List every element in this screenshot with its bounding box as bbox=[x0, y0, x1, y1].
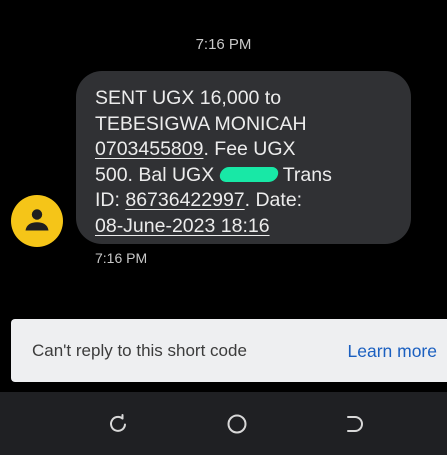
message-text: . Date: bbox=[244, 189, 303, 212]
person-icon bbox=[25, 209, 49, 231]
system-nav-bar bbox=[0, 392, 447, 455]
back-icon bbox=[347, 416, 363, 432]
message-line: SENT UGX 16,000 to bbox=[95, 86, 395, 112]
message-text: ID: bbox=[95, 189, 126, 212]
message-line: TEBESIGWA MONICAH bbox=[95, 112, 395, 138]
message-text: TEBESIGWA MONICAH bbox=[95, 112, 307, 135]
message-line: 0703455809. Fee UGX bbox=[95, 137, 395, 163]
message-text: . Fee UGX bbox=[203, 138, 296, 161]
message-line: 500. Bal UGX Trans bbox=[95, 163, 395, 189]
message-text: Trans bbox=[277, 163, 332, 186]
message-text: 500. Bal UGX bbox=[95, 163, 215, 186]
transaction-id-link[interactable]: 86736422997 bbox=[125, 189, 244, 211]
reply-notice: Can't reply to this short code bbox=[32, 341, 247, 360]
message-line: 08-June-2023 18:16 bbox=[95, 214, 395, 240]
home-icon bbox=[227, 414, 247, 434]
conversation-screen: 7:16 PM SENT UGX 16,000 to TEBESIGWA MON… bbox=[0, 0, 447, 455]
learn-more-button[interactable]: Learn more bbox=[348, 341, 438, 362]
home-button[interactable] bbox=[225, 412, 249, 436]
message-line: ID: 86736422997. Date: bbox=[95, 188, 395, 214]
date-header: 7:16 PM bbox=[195, 36, 252, 53]
message-bubble[interactable]: SENT UGX 16,000 to TEBESIGWA MONICAH 070… bbox=[76, 71, 411, 244]
phone-number-link[interactable]: 0703455809 bbox=[95, 138, 203, 160]
balance-redaction bbox=[218, 166, 280, 182]
recent-apps-icon bbox=[110, 414, 126, 432]
message-text: SENT UGX 16,000 to bbox=[95, 87, 282, 109]
reply-unavailable-bar: Can't reply to this short code Learn mor… bbox=[11, 319, 447, 382]
message-timestamp: 7:16 PM bbox=[95, 250, 148, 266]
back-button[interactable] bbox=[343, 412, 367, 436]
recent-apps-button[interactable] bbox=[106, 412, 130, 436]
date-link[interactable]: 08-June-2023 18:16 bbox=[95, 215, 270, 237]
sender-avatar[interactable] bbox=[11, 195, 63, 247]
